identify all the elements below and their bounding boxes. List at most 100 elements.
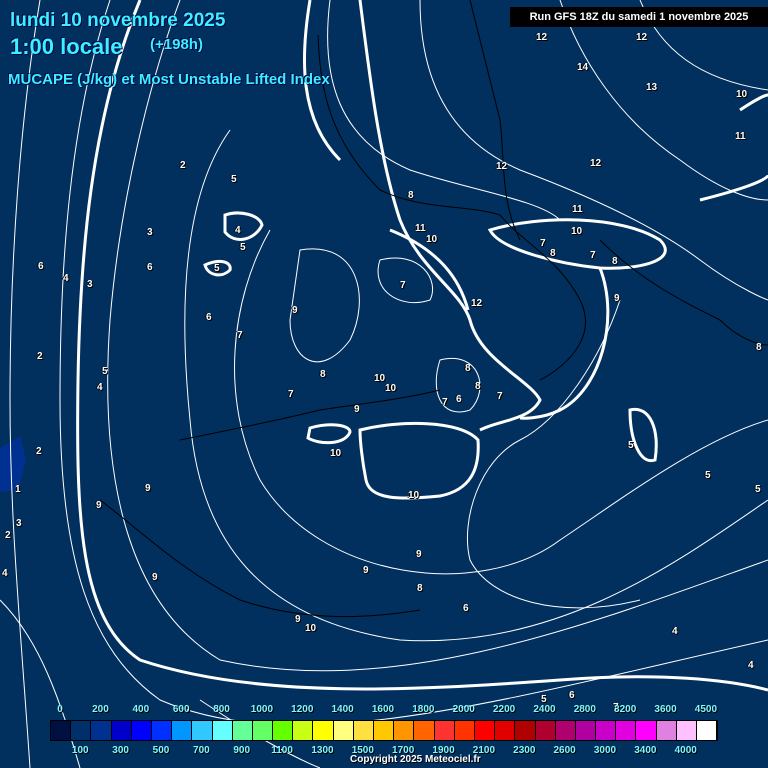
legend-swatch [555, 721, 576, 740]
contour-label: 9 [145, 483, 151, 494]
legend-swatch [414, 721, 435, 740]
contour-label: 7 [497, 391, 503, 402]
legend-swatch [454, 721, 475, 740]
contour-label: 8 [408, 190, 414, 201]
legend-swatch [575, 721, 597, 740]
contour-label: 2 [36, 446, 42, 457]
contour-label: 7 [237, 330, 243, 341]
legend-label: 3200 [614, 704, 637, 715]
legend-swatch [212, 721, 233, 740]
legend-label: 1900 [432, 745, 455, 756]
contour-label: 10 [408, 490, 420, 501]
contour-label: 2 [37, 351, 43, 362]
legend-label: 2600 [553, 745, 576, 756]
legend-label: 500 [152, 745, 170, 756]
forecast-date: lundi 10 novembre 2025 [10, 10, 226, 31]
contour-label: 12 [496, 161, 508, 172]
contour-label: 10 [374, 373, 386, 384]
contour-label: 12 [536, 32, 548, 43]
legend-swatch [697, 721, 718, 740]
legend-label: 2000 [452, 704, 475, 715]
contour-label: 10 [736, 89, 748, 100]
contour-label: 11 [415, 223, 426, 234]
contour-label: 3 [87, 279, 93, 290]
contour-label: 9 [614, 293, 620, 304]
contour-label: 7 [540, 238, 546, 249]
legend-swatch [535, 721, 556, 740]
legend-label: 1600 [371, 704, 395, 715]
contour-label: 12 [590, 158, 602, 169]
legend-swatch [333, 721, 354, 740]
contour-label: 9 [363, 565, 369, 576]
forecast-local-time: 1:00 locale [10, 34, 123, 59]
contour-label: 2 [180, 160, 186, 171]
legend-label: 1000 [250, 704, 274, 715]
contour-label: 4 [235, 225, 241, 236]
legend-swatch [232, 721, 253, 740]
legend-label: 700 [193, 745, 210, 756]
contour-label: 11 [572, 204, 583, 215]
contour-label: 14 [577, 62, 589, 73]
contour-label: 7 [442, 397, 448, 408]
contour-label: 13 [646, 82, 658, 93]
model-run-banner: Run GFS 18Z du samedi 1 novembre 2025 [510, 7, 768, 27]
contour-label: 9 [295, 614, 301, 625]
contour-label: 2 [5, 530, 11, 541]
contour-label: 8 [756, 342, 762, 353]
legend-swatch [91, 721, 112, 740]
legend-label: 2300 [513, 745, 536, 756]
legend-label: 1800 [412, 704, 435, 715]
contour-label: 11 [735, 131, 746, 142]
legend-swatch [273, 721, 294, 740]
legend-label: 1400 [331, 704, 354, 715]
contour-label: 5 [231, 174, 237, 185]
legend-label: 2800 [573, 704, 596, 715]
legend-swatch [293, 721, 314, 740]
contour-label: 5 [214, 263, 220, 274]
legend-label: 1700 [392, 745, 415, 756]
legend-label: 100 [71, 745, 89, 756]
contour-label: 9 [416, 549, 422, 560]
contour-label: 6 [38, 261, 44, 272]
legend-label: 4000 [674, 745, 697, 756]
contour-label: 10 [385, 383, 397, 394]
contour-label: 12 [471, 298, 483, 309]
contour-label: 5 [240, 242, 246, 253]
legend-label: 400 [132, 704, 150, 715]
legend-swatch [71, 721, 92, 740]
legend-swatch [434, 721, 455, 740]
legend-label: 2200 [492, 704, 516, 715]
contour-label: 9 [292, 305, 298, 316]
legend-swatch [394, 721, 415, 740]
legend-swatch [192, 721, 213, 740]
contour-label: 3 [147, 227, 153, 238]
legend-label: 1500 [351, 745, 374, 756]
legend-swatch [656, 721, 677, 740]
contour-label: 7 [590, 250, 596, 261]
contour-label: 6 [569, 690, 575, 701]
legend-swatch [474, 721, 496, 740]
legend-label: 200 [92, 704, 109, 715]
legend-swatch [636, 721, 657, 740]
legend-label: 3600 [654, 704, 677, 715]
contour-label: 8 [550, 248, 556, 259]
contour-label: 9 [354, 404, 360, 415]
legend-swatch [111, 721, 132, 740]
parameter-title: MUCAPE (J/kg) et Most Unstable Lifted In… [8, 71, 330, 88]
legend-swatch [616, 721, 637, 740]
contour-label: 6 [147, 262, 153, 273]
contour-label: 6 [206, 312, 212, 323]
contour-label: 8 [465, 363, 471, 374]
weather-map [0, 0, 768, 768]
contour-label: 1 [15, 484, 21, 495]
contour-label: 4 [672, 626, 678, 637]
contour-label: 9 [152, 572, 158, 583]
legend-swatch [515, 721, 536, 740]
legend-label: 600 [172, 704, 190, 715]
contour-label: 5 [755, 484, 761, 495]
contour-label: 4 [2, 568, 8, 579]
contour-label: 6 [456, 394, 462, 405]
legend-swatch [151, 721, 173, 740]
contour-label: 4 [748, 660, 754, 671]
legend-swatch [131, 721, 152, 740]
